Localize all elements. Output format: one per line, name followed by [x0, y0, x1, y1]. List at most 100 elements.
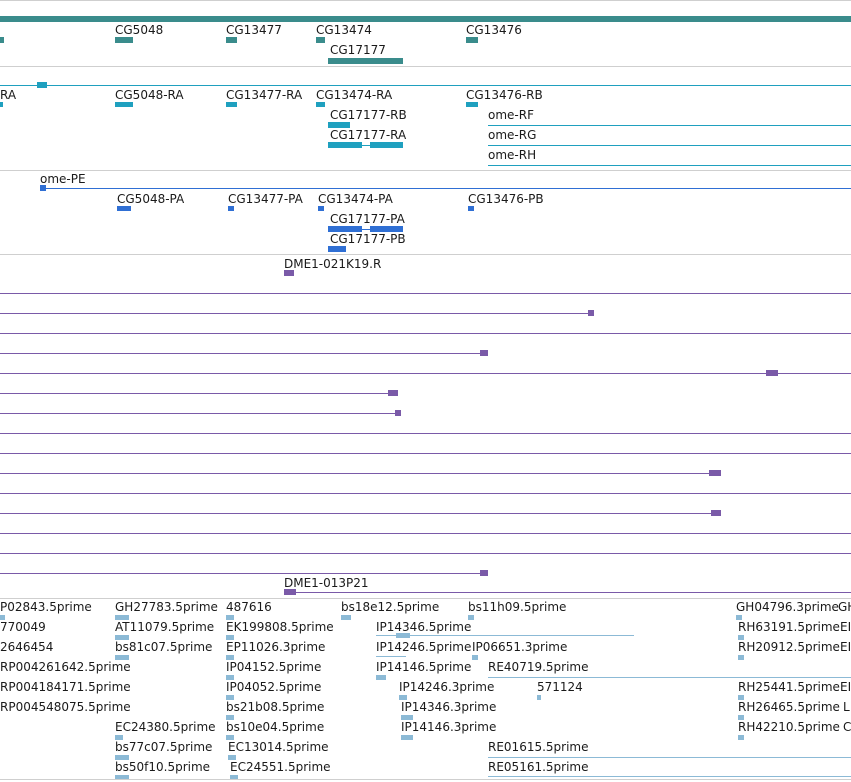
transcript-line[interactable]	[488, 145, 851, 146]
est-label[interactable]: RP004548075.5prime	[0, 700, 131, 714]
clone-line[interactable]	[0, 473, 721, 474]
protein-label[interactable]: CG17177-PA	[330, 212, 405, 226]
est-label[interactable]: AT11079.5prime	[115, 620, 214, 634]
est-label[interactable]: P02843.5prime	[0, 600, 92, 614]
clone-end[interactable]	[766, 370, 778, 376]
est-label[interactable]: RH63191.5prime	[738, 620, 840, 634]
clone-line[interactable]	[0, 553, 851, 554]
clone-line[interactable]	[0, 333, 851, 334]
clone-line[interactable]	[0, 393, 398, 394]
est-label[interactable]: EI	[840, 620, 851, 634]
protein-block[interactable]	[468, 206, 474, 211]
est-label[interactable]: IP06651.3prime	[472, 640, 567, 654]
clone-label[interactable]: DME1-021K19.R	[284, 257, 381, 271]
est-feature[interactable]	[376, 675, 386, 680]
est-label[interactable]: EC13014.5prime	[228, 740, 329, 754]
clone-line[interactable]	[0, 353, 488, 354]
est-label[interactable]: C	[843, 720, 851, 734]
transcript-exon[interactable]	[0, 102, 3, 107]
est-label[interactable]: RH25441.5prime	[738, 680, 840, 694]
est-label[interactable]: bs10e04.5prime	[226, 720, 324, 734]
transcript-exon[interactable]	[115, 102, 133, 107]
est-label[interactable]: 2646454	[0, 640, 53, 654]
est-label[interactable]: bs11h09.5prime	[468, 600, 566, 614]
est-label[interactable]: EC24380.5prime	[115, 720, 216, 734]
gene-label[interactable]: CG13476	[466, 23, 522, 37]
transcript-exon[interactable]	[316, 102, 325, 107]
est-feature[interactable]	[537, 695, 541, 700]
est-feature[interactable]	[738, 735, 744, 740]
est-label[interactable]: EP11026.3prime	[226, 640, 325, 654]
transcript-label[interactable]: ome-RF	[488, 108, 534, 122]
clone-line[interactable]	[0, 513, 721, 514]
est-label[interactable]: bs50f10.5prime	[115, 760, 210, 774]
clone-line[interactable]	[284, 592, 851, 593]
transcript-label[interactable]: CG13474-RA	[316, 88, 392, 102]
clone-end[interactable]	[284, 270, 294, 276]
clone-line[interactable]	[0, 433, 851, 434]
gene-label[interactable]: CG5048	[115, 23, 163, 37]
est-label[interactable]: RP004261642.5prime	[0, 660, 131, 674]
est-label[interactable]: GH27783.5prime	[115, 600, 218, 614]
gene-label[interactable]: CG17177	[330, 43, 386, 57]
gene-label[interactable]: CG13477	[226, 23, 282, 37]
est-label[interactable]: RP004184171.5prime	[0, 680, 131, 694]
est-label[interactable]: 770049	[0, 620, 46, 634]
clone-line[interactable]	[0, 313, 594, 314]
protein-label[interactable]: CG13474-PA	[318, 192, 393, 206]
est-label[interactable]: 571124	[537, 680, 583, 694]
gene-feature[interactable]	[466, 37, 478, 43]
protein-label[interactable]: CG13477-PA	[228, 192, 303, 206]
est-label[interactable]: GH	[838, 600, 851, 614]
clone-end[interactable]	[395, 410, 401, 416]
est-label[interactable]: IP14246.3prime	[399, 680, 494, 694]
est-label[interactable]: EC24551.5prime	[230, 760, 331, 774]
transcript-line[interactable]	[488, 165, 851, 166]
est-line[interactable]	[488, 776, 851, 777]
transcript-exon[interactable]	[328, 142, 362, 148]
est-label[interactable]: GH04796.3prime	[736, 600, 839, 614]
transcript-label[interactable]: CG13477-RA	[226, 88, 302, 102]
transcript-exon[interactable]	[226, 102, 237, 107]
est-label[interactable]: IP14146.5prime	[376, 660, 471, 674]
transcript-exon[interactable]	[370, 142, 403, 148]
est-label[interactable]: EI	[840, 640, 851, 654]
est-feature[interactable]	[396, 633, 410, 638]
clone-line[interactable]	[0, 293, 851, 294]
clone-line[interactable]	[0, 573, 488, 574]
protein-block[interactable]	[117, 206, 131, 211]
est-label[interactable]: RE40719.5prime	[488, 660, 589, 674]
transcript-line[interactable]	[0, 85, 851, 86]
clone-line[interactable]	[0, 493, 851, 494]
est-line[interactable]	[376, 656, 406, 657]
gene-label[interactable]: CG13474	[316, 23, 372, 37]
transcript-label[interactable]: ome-RG	[488, 128, 536, 142]
transcript-label[interactable]: CG17177-RB	[330, 108, 407, 122]
clone-line[interactable]	[0, 453, 851, 454]
est-line[interactable]	[376, 635, 634, 636]
transcript-exon[interactable]	[37, 82, 47, 88]
est-label[interactable]: bs77c07.5prime	[115, 740, 212, 754]
clone-line[interactable]	[0, 533, 851, 534]
est-label[interactable]: 487616	[226, 600, 272, 614]
clone-end[interactable]	[480, 350, 488, 356]
est-label[interactable]: RE01615.5prime	[488, 740, 589, 754]
est-label[interactable]: RE05161.5prime	[488, 760, 589, 774]
transcript-label[interactable]: CG13476-RB	[466, 88, 543, 102]
est-label[interactable]: IP14246.5prime	[376, 640, 471, 654]
scaffold-bar[interactable]	[0, 16, 851, 22]
gene-feature[interactable]	[316, 37, 325, 43]
protein-line[interactable]	[40, 188, 851, 189]
est-label[interactable]: bs21b08.5prime	[226, 700, 324, 714]
est-feature[interactable]	[738, 655, 744, 660]
transcript-exon[interactable]	[466, 102, 478, 107]
gene-feature[interactable]	[0, 37, 4, 43]
est-line[interactable]	[488, 757, 851, 758]
clone-end[interactable]	[711, 510, 721, 516]
protein-label[interactable]: ome-PE	[40, 172, 86, 186]
est-label[interactable]: IP04152.5prime	[226, 660, 321, 674]
est-feature[interactable]	[341, 615, 351, 620]
est-label[interactable]: IP14146.3prime	[401, 720, 496, 734]
est-label[interactable]: EI	[840, 680, 851, 694]
est-feature[interactable]	[115, 775, 129, 779]
